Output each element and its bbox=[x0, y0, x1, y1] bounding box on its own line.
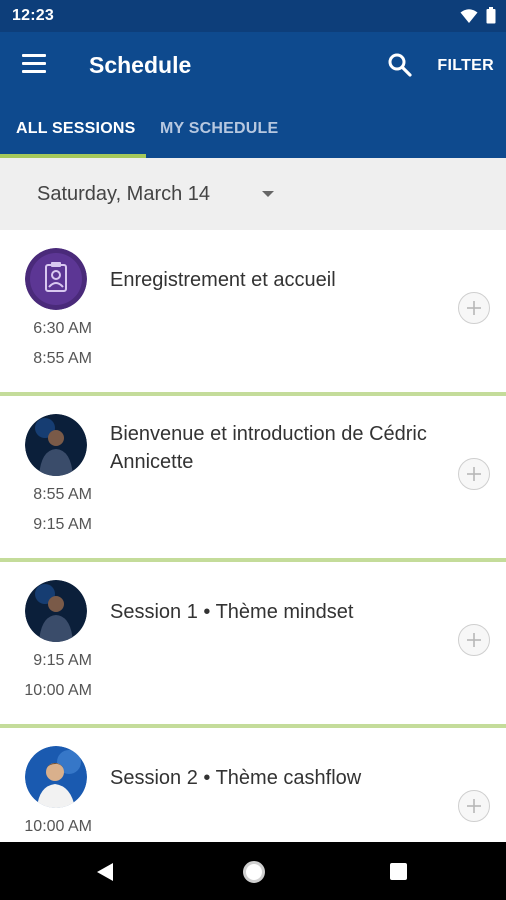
menu-icon[interactable] bbox=[22, 54, 48, 76]
add-to-schedule-button[interactable] bbox=[458, 458, 490, 490]
session-item[interactable]: Session 1 • Thème mindset 9:15 AM 10:00 … bbox=[0, 562, 506, 724]
home-icon[interactable] bbox=[243, 861, 265, 883]
add-to-schedule-button[interactable] bbox=[458, 790, 490, 822]
session-item[interactable]: Enregistrement et accueil 6:30 AM 8:55 A… bbox=[0, 230, 506, 392]
system-nav-bar bbox=[0, 842, 506, 900]
status-time: 12:23 bbox=[12, 7, 54, 24]
plus-icon bbox=[467, 633, 481, 647]
battery-icon bbox=[486, 7, 496, 24]
session-start-time: 6:30 AM bbox=[33, 320, 92, 337]
session-start-time: 9:15 AM bbox=[33, 652, 92, 669]
session-title: Session 1 • Thème mindset bbox=[110, 601, 354, 623]
session-start-time: 8:55 AM bbox=[33, 486, 92, 503]
plus-icon bbox=[467, 301, 481, 315]
session-item[interactable]: Session 2 • Thème cashflow 10:00 AM bbox=[0, 728, 506, 842]
wifi-icon bbox=[460, 8, 478, 23]
session-start-time: 10:00 AM bbox=[24, 818, 92, 835]
session-title: Session 2 • Thème cashflow bbox=[110, 767, 362, 789]
speaker-avatar bbox=[25, 746, 87, 808]
plus-icon bbox=[467, 467, 481, 481]
registration-icon bbox=[25, 248, 87, 310]
session-title: Enregistrement et accueil bbox=[110, 269, 336, 291]
tab-all-sessions[interactable]: ALL SESSIONS bbox=[16, 120, 135, 138]
back-icon[interactable] bbox=[96, 862, 114, 882]
status-bar: 12:23 bbox=[0, 0, 506, 32]
session-end-time: 8:55 AM bbox=[33, 350, 92, 367]
search-icon[interactable] bbox=[387, 52, 413, 78]
plus-icon bbox=[467, 799, 481, 813]
filter-button[interactable]: FILTER bbox=[437, 57, 494, 75]
session-end-time: 10:00 AM bbox=[24, 682, 92, 699]
tab-bar: ALL SESSIONS MY SCHEDULE bbox=[0, 98, 506, 158]
date-bar: Saturday, March 14 bbox=[0, 158, 506, 230]
date-dropdown[interactable]: Saturday, March 14 bbox=[37, 183, 210, 206]
speaker-avatar bbox=[25, 580, 87, 642]
tab-my-schedule[interactable]: MY SCHEDULE bbox=[160, 120, 278, 138]
speaker-avatar bbox=[25, 414, 87, 476]
add-to-schedule-button[interactable] bbox=[458, 292, 490, 324]
session-item[interactable]: Bienvenue et introduction de Cédric Anni… bbox=[0, 396, 506, 558]
session-title: Bienvenue et introduction de Cédric Anni… bbox=[110, 423, 427, 473]
status-icons bbox=[460, 7, 496, 24]
recent-apps-icon[interactable] bbox=[390, 863, 407, 880]
session-end-time: 9:15 AM bbox=[33, 516, 92, 533]
page-title: Schedule bbox=[89, 52, 192, 78]
add-to-schedule-button[interactable] bbox=[458, 624, 490, 656]
app-bar: Schedule FILTER bbox=[0, 32, 506, 98]
chevron-down-icon[interactable] bbox=[262, 191, 274, 197]
